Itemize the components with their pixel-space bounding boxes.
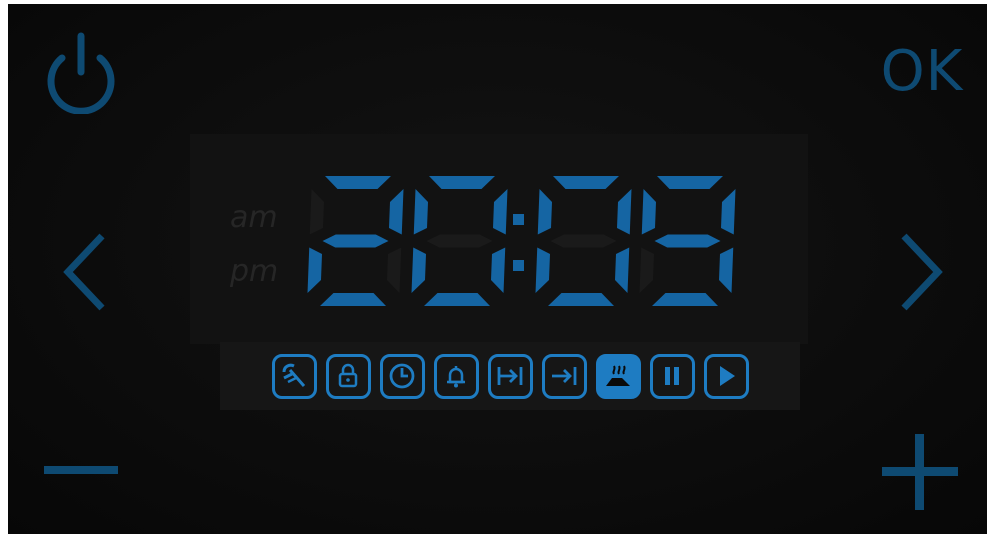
colon-dot-bottom (513, 260, 524, 271)
decrease-button[interactable] (44, 450, 118, 490)
steam-button[interactable] (595, 353, 641, 399)
power-button[interactable] (40, 30, 122, 114)
digit-3-segment-d (652, 293, 718, 306)
lock-button[interactable] (325, 353, 371, 399)
digit-2-segment-f (537, 189, 552, 235)
digit-2-segment-c (615, 247, 630, 293)
digit-3-segment-f (641, 189, 656, 235)
pause-button[interactable] (649, 353, 695, 399)
digit-2-segment-b (617, 189, 632, 235)
digit-0-segment-g (322, 234, 389, 248)
digit-3-segment-g (654, 234, 721, 248)
digit-1-segment-d (424, 293, 490, 306)
digit-0-segment-e (307, 247, 322, 293)
pm-indicator: pm (230, 254, 279, 289)
clock-button[interactable] (379, 353, 425, 399)
function-icon-strip (220, 342, 800, 410)
digit-0-segment-f (309, 189, 324, 235)
digit-2-segment-a (553, 176, 619, 189)
steam-tray-icon (606, 365, 630, 386)
digit-1-segment-b (493, 189, 508, 235)
minus-icon (44, 466, 118, 474)
digit-0-segment-b (389, 189, 404, 235)
timer-alarm-button[interactable] (433, 353, 479, 399)
cleaning-button[interactable] (271, 353, 317, 399)
ok-button[interactable]: OK (868, 44, 976, 104)
digit-3-segment-b (721, 189, 736, 235)
previous-button[interactable] (58, 230, 112, 314)
power-icon (47, 32, 115, 114)
digit-1-segment-f (413, 189, 428, 235)
plus-icon (882, 434, 958, 510)
control-panel: OK am pm (8, 4, 987, 534)
clock-display (303, 172, 743, 310)
digit-0-segment-d (320, 293, 386, 306)
pause-icon (665, 367, 679, 385)
digit-0-segment-c (387, 247, 402, 293)
digit-1-segment-c (491, 247, 506, 293)
digit-1-segment-e (411, 247, 426, 293)
clock-digits (307, 176, 736, 306)
end-time-icon (552, 367, 577, 385)
digit-3-segment-c (719, 247, 734, 293)
digit-1-segment-a (429, 176, 495, 189)
digit-3-segment-e (639, 247, 654, 293)
increase-button[interactable] (882, 434, 958, 510)
chevron-right-icon (901, 233, 943, 311)
clock-icon (389, 363, 415, 389)
bell-icon (447, 366, 465, 388)
am-indicator: am (230, 200, 278, 235)
digit-2-segment-g (550, 234, 617, 248)
digit-3-segment-a (657, 176, 723, 189)
colon-dot-top (513, 214, 524, 225)
lock-icon (338, 363, 358, 388)
chevron-left-icon (63, 233, 105, 311)
digit-0-segment-a (325, 176, 391, 189)
digit-2-segment-d (548, 293, 614, 306)
duration-icon (497, 367, 523, 385)
start-button[interactable] (703, 353, 749, 399)
digit-2-segment-e (535, 247, 550, 293)
end-time-button[interactable] (541, 353, 587, 399)
play-icon (720, 366, 735, 386)
cleaning-brush-icon (282, 363, 306, 387)
oven-control-screen: OK am pm (0, 0, 993, 539)
duration-button[interactable] (487, 353, 533, 399)
next-button[interactable] (894, 230, 948, 314)
digit-1-segment-g (426, 234, 493, 248)
